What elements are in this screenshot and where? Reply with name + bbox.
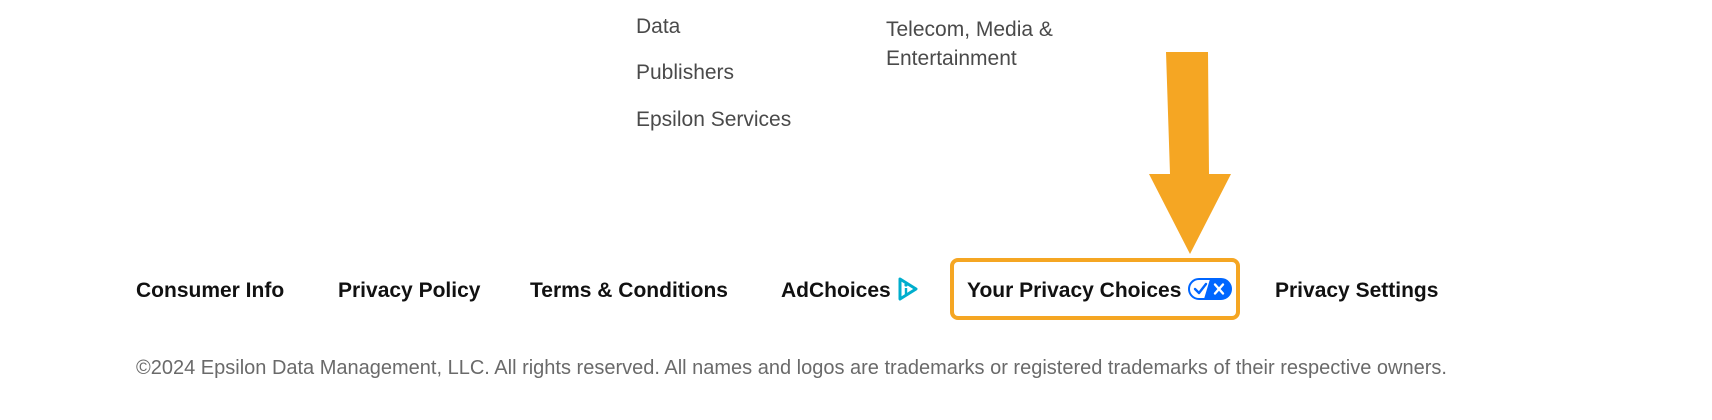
footer-link-terms[interactable]: Terms & Conditions [530,276,728,306]
copyright-text: ©2024 Epsilon Data Management, LLC. All … [136,357,1447,379]
nav-link-publishers[interactable]: Publishers [636,58,734,87]
footer-link-privacy-policy[interactable]: Privacy Policy [338,276,480,306]
adchoices-label: AdChoices [781,279,891,302]
footer-link-consumer-info[interactable]: Consumer Info [136,276,284,306]
footer-link-your-privacy-choices[interactable]: Your Privacy Choices [967,276,1233,306]
privacy-toggle-icon [1188,278,1233,300]
footer-link-adchoices[interactable]: AdChoices [781,276,919,306]
nav-link-epsilon-services[interactable]: Epsilon Services [636,105,791,134]
nav-link-data[interactable]: Data [636,12,680,41]
adchoices-icon [898,277,918,301]
footer-link-privacy-settings[interactable]: Privacy Settings [1275,276,1438,306]
nav-link-telecom-line2: Entertainment [886,47,1017,70]
privacy-choices-label: Your Privacy Choices [967,279,1182,302]
nav-link-telecom-media[interactable]: Telecom, Media & Entertainment [886,15,1053,73]
down-arrow-icon [1149,52,1231,254]
nav-link-telecom-line1: Telecom, Media & [886,18,1053,41]
